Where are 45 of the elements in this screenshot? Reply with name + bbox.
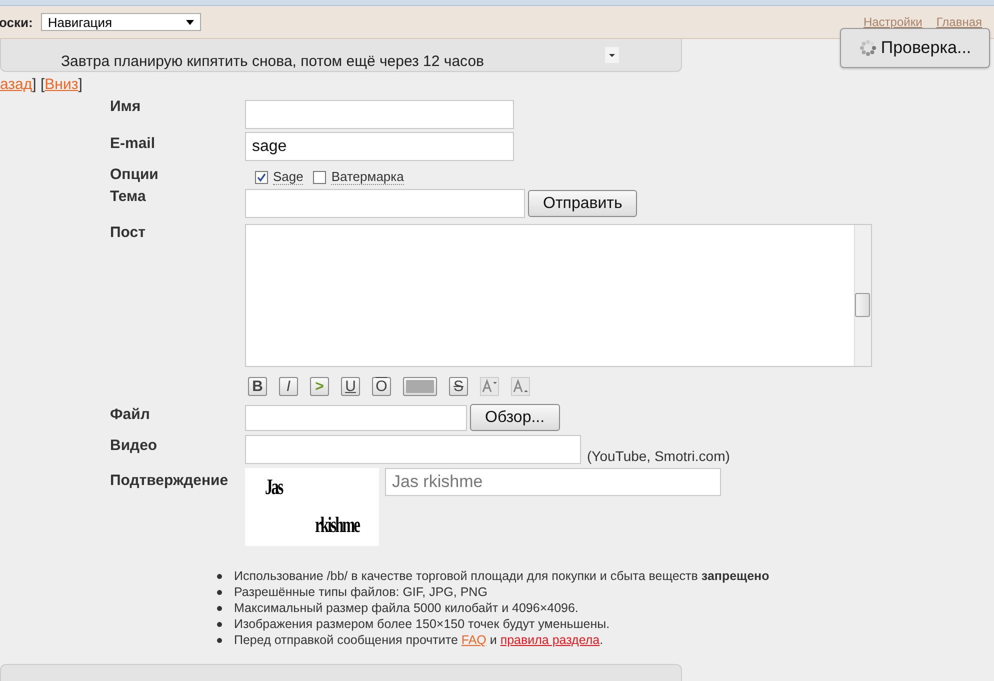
post-field[interactable] (245, 224, 872, 367)
field-label: Тема (110, 187, 147, 207)
rule-text: Использование /bb/ в качестве торговой площади для покупки и сбыта веществ запрещено (234, 568, 770, 584)
captcha-field[interactable]: Jas rkishme (385, 468, 721, 496)
field-label: Подтверждение (110, 471, 230, 491)
field-label: Опции (110, 165, 160, 185)
spinner-icon (858, 39, 877, 57)
field-label: E-mail (110, 134, 156, 154)
spoiler-button[interactable] (403, 377, 437, 396)
dropdown-icon (186, 20, 194, 24)
video-hint: (YouTube, Smotri.com) (587, 448, 730, 464)
rule-text: Разрешённые типы файлов: GIF, JPG, PNG (234, 584, 488, 600)
superscript-icon[interactable] (480, 377, 499, 396)
field-label: Имя (110, 97, 142, 117)
video-field[interactable] (245, 435, 581, 464)
format-button[interactable]: O (372, 377, 391, 396)
format-button[interactable]: S (449, 377, 468, 396)
bracket-text: ] [ (32, 76, 45, 93)
name-field[interactable] (245, 100, 514, 129)
navigation-select[interactable]: Навигация (40, 13, 201, 31)
field-label: Пост (110, 223, 146, 243)
field-label: Файл (110, 405, 151, 425)
format-button[interactable]: B (248, 377, 267, 396)
captcha-image: Jas rkishme (245, 468, 379, 546)
checkbox[interactable] (255, 170, 268, 184)
submit-button[interactable]: Отправить (528, 190, 638, 217)
file-field[interactable] (245, 404, 467, 430)
browse-button[interactable]: Обзор... (470, 404, 560, 431)
popup-text: Проверка... (880, 38, 972, 58)
subscript-icon[interactable] (511, 377, 530, 396)
checkbox-label[interactable]: Sage (273, 169, 304, 185)
field-label: Видео (110, 436, 158, 456)
rule-text: Изображения размером более 150×150 точек будут уменьшены. (234, 616, 610, 632)
scrollbar[interactable] (854, 225, 871, 366)
checkbox[interactable] (313, 170, 326, 184)
subject-field[interactable] (245, 189, 525, 218)
format-button[interactable]: I (279, 377, 298, 396)
message-text: Завтра планирую кипятить снова, потом ещё через 12 часов (61, 53, 484, 70)
email-field[interactable]: sage (245, 132, 514, 161)
rules-link[interactable]: правила раздела (500, 633, 600, 647)
format-button[interactable]: U (341, 377, 360, 396)
checkbox-label[interactable]: Ватермарка (331, 169, 404, 185)
rule-text: Перед отправкой сообщения прочтите FAQ и правила раздела. (234, 632, 604, 648)
bracket-text: ] (78, 76, 82, 93)
rule-text: Максимальный размер файла 5000 килобайт и 4096×4096. (234, 600, 578, 616)
